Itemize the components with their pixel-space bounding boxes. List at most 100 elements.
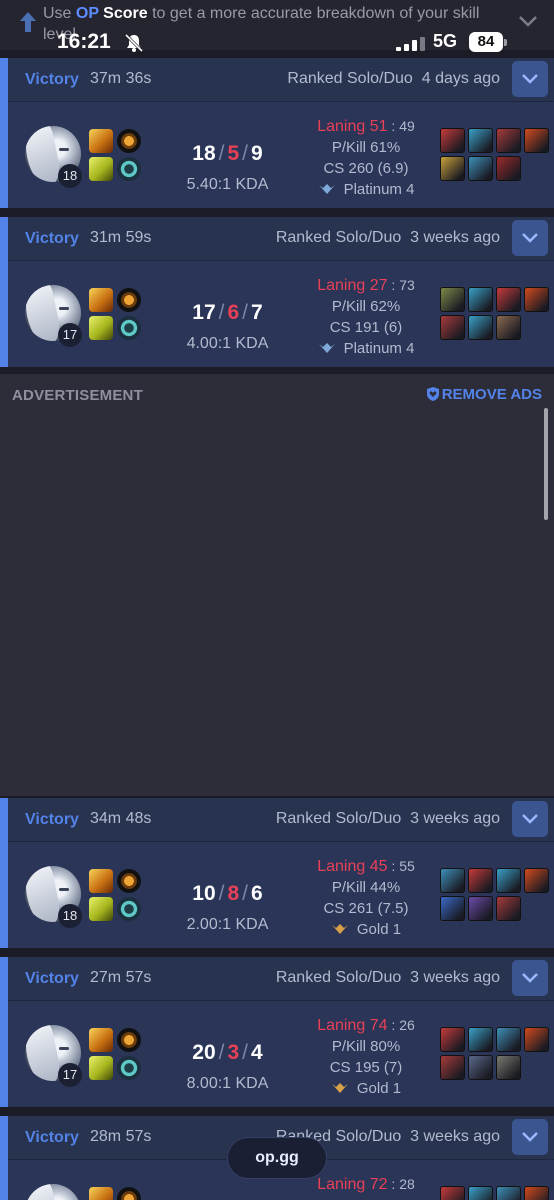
scrollbar[interactable] — [544, 408, 548, 520]
expand-match-button[interactable] — [512, 801, 548, 837]
keystone-rune-icon[interactable] — [117, 1187, 141, 1200]
item-icon[interactable] — [440, 868, 465, 893]
item-icon[interactable] — [440, 896, 465, 921]
item-icon[interactable] — [524, 287, 549, 312]
item-icon[interactable] — [496, 156, 521, 181]
heart-shield-icon[interactable] — [425, 386, 441, 402]
match-card[interactable]: Victory 31m 59s Ranked Solo/Duo 3 weeks … — [0, 217, 554, 367]
signal-icon — [396, 37, 425, 51]
match-header: Victory 34m 48s Ranked Solo/Duo 3 weeks … — [8, 798, 554, 842]
kda-ratio: 5.40:1 KDA — [186, 176, 269, 193]
summoner-spell-flash-icon[interactable] — [89, 129, 113, 153]
keystone-rune-icon[interactable] — [117, 1028, 141, 1052]
item-icon[interactable] — [468, 868, 493, 893]
item-icon[interactable] — [524, 1027, 549, 1052]
item-icon[interactable] — [524, 1186, 549, 1200]
item-icon[interactable] — [440, 156, 465, 181]
match-stats: Laning 27 : 73 P/Kill 62% CS 191 (6) Pla… — [290, 275, 442, 359]
match-stats: Laning 45 : 55 P/Kill 44% CS 261 (7.5) G… — [290, 856, 442, 940]
summoner-spell-ghost-icon[interactable] — [89, 316, 113, 340]
champion-level: 17 — [58, 323, 82, 347]
match-card[interactable]: Victory 34m 48s Ranked Solo/Duo 3 weeks … — [0, 798, 554, 948]
summoner-spell-flash-icon[interactable] — [89, 288, 113, 312]
item-icon[interactable] — [440, 1027, 465, 1052]
secondary-rune-icon[interactable] — [117, 157, 141, 181]
chevron-down-icon — [522, 74, 538, 84]
item-icon[interactable] — [496, 128, 521, 153]
item-icon[interactable] — [496, 1055, 521, 1080]
remove-ads-button[interactable]: REMOVE ADS — [442, 386, 542, 403]
match-card[interactable]: Victory 27m 57s Ranked Solo/Duo 3 weeks … — [0, 957, 554, 1107]
item-icon[interactable] — [496, 868, 521, 893]
keystone-rune-icon[interactable] — [117, 129, 141, 153]
tier-emblem-icon — [331, 1083, 348, 1093]
item-icon[interactable] — [496, 315, 521, 340]
match-header: Victory 27m 57s Ranked Solo/Duo 3 weeks … — [8, 957, 554, 1001]
summoner-spell-flash-icon[interactable] — [89, 1187, 113, 1200]
kill-death-assist: 10/8/6 — [192, 882, 263, 905]
bell-slash-icon — [124, 33, 144, 53]
item-icon[interactable] — [496, 896, 521, 921]
item-icon[interactable] — [468, 156, 493, 181]
chevron-down-icon — [522, 973, 538, 983]
secondary-rune-icon[interactable] — [117, 897, 141, 921]
match-duration: 28m 57s — [90, 1128, 152, 1145]
kda-ratio: 2.00:1 KDA — [186, 916, 269, 933]
item-icon[interactable] — [496, 287, 521, 312]
item-icon[interactable] — [468, 1055, 493, 1080]
item-icon[interactable] — [496, 1186, 521, 1200]
laning-score: Laning 45 : 55 — [317, 858, 415, 875]
item-icon[interactable] — [524, 128, 549, 153]
chevron-down-icon — [522, 233, 538, 243]
battery-indicator: 84 — [469, 32, 507, 52]
champion-portrait[interactable] — [25, 1184, 81, 1200]
item-icon[interactable] — [468, 287, 493, 312]
url-pill[interactable]: op.gg — [227, 1137, 327, 1179]
match-queue-and-time: Ranked Solo/Duo 3 weeks ago — [275, 810, 500, 827]
match-card[interactable]: Victory 37m 36s Ranked Solo/Duo 4 days a… — [0, 58, 554, 208]
match-result: Victory — [25, 970, 79, 987]
network-type: 5G — [433, 31, 458, 51]
expand-match-button[interactable] — [512, 1119, 548, 1155]
item-icon[interactable] — [440, 128, 465, 153]
item-icon[interactable] — [468, 315, 493, 340]
item-icon[interactable] — [440, 315, 465, 340]
summoner-spell-flash-icon[interactable] — [89, 1028, 113, 1052]
match-stats: Laning 51 : 49 P/Kill 61% CS 260 (6.9) P… — [290, 116, 442, 200]
secondary-rune-icon[interactable] — [117, 316, 141, 340]
item-icon[interactable] — [524, 868, 549, 893]
item-icon[interactable] — [440, 1186, 465, 1200]
match-header: Victory 37m 36s Ranked Solo/Duo 4 days a… — [8, 58, 554, 102]
summoner-spell-flash-icon[interactable] — [89, 869, 113, 893]
summoner-spell-ghost-icon[interactable] — [89, 1056, 113, 1080]
expand-match-button[interactable] — [512, 220, 548, 256]
average-tier: Platinum 4 — [290, 338, 442, 359]
item-icon[interactable] — [468, 1186, 493, 1200]
item-icon[interactable] — [468, 1027, 493, 1052]
match-duration: 31m 59s — [90, 229, 152, 246]
status-bar: 16:21 5G 84 — [0, 26, 554, 58]
champion-level: 18 — [58, 904, 82, 928]
result-bar — [0, 58, 8, 208]
item-icon[interactable] — [496, 1027, 521, 1052]
match-result: Victory — [25, 71, 79, 88]
kda-ratio: 8.00:1 KDA — [186, 1075, 269, 1092]
summoner-spell-ghost-icon[interactable] — [89, 157, 113, 181]
item-icon[interactable] — [468, 128, 493, 153]
expand-match-button[interactable] — [512, 61, 548, 97]
keystone-rune-icon[interactable] — [117, 869, 141, 893]
match-queue-and-time: Ranked Solo/Duo 3 weeks ago — [275, 229, 500, 246]
tier-emblem-icon — [318, 184, 335, 194]
item-icon[interactable] — [468, 896, 493, 921]
match-header: Victory 31m 59s Ranked Solo/Duo 3 weeks … — [8, 217, 554, 261]
match-duration: 34m 48s — [90, 810, 152, 827]
secondary-rune-icon[interactable] — [117, 1056, 141, 1080]
item-icon[interactable] — [440, 287, 465, 312]
item-icon[interactable] — [440, 1055, 465, 1080]
creep-score: CS 195 (7) — [329, 1059, 403, 1076]
summoner-spell-ghost-icon[interactable] — [89, 897, 113, 921]
keystone-rune-icon[interactable] — [117, 288, 141, 312]
average-tier — [290, 1195, 442, 1200]
expand-match-button[interactable] — [512, 960, 548, 996]
kill-participation: P/Kill 44% — [331, 879, 401, 896]
